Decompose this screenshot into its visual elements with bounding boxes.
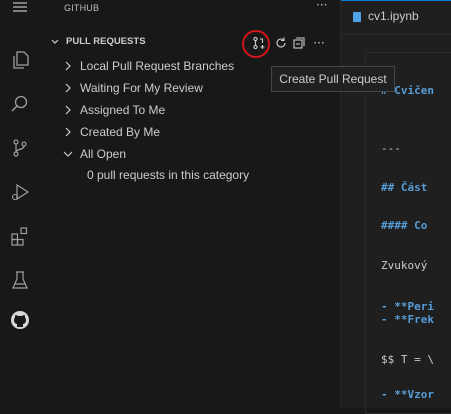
markdown-line: - **Peri [381, 300, 434, 313]
tab-label: cv1.ipynb [368, 9, 419, 23]
collapse-all-icon [293, 37, 305, 49]
activity-bar [0, 0, 41, 408]
tree-item-label: Created By Me [80, 125, 161, 139]
refresh-button[interactable] [272, 34, 290, 52]
markdown-line: --- [381, 142, 401, 155]
editor-tab[interactable]: cv1.ipynb [341, 0, 451, 35]
notebook-file-icon [353, 12, 361, 22]
chevron-right-icon [65, 83, 71, 93]
chevron-right-icon [65, 105, 71, 115]
sidebar-more-button[interactable]: ··· [316, 0, 327, 12]
empty-category-message: 0 pull requests in this category [87, 168, 250, 182]
tree-item-label: Waiting For My Review [80, 81, 203, 95]
chevron-right-icon [65, 61, 71, 71]
chevron-right-icon [65, 127, 71, 137]
explorer-icon[interactable] [0, 42, 40, 78]
refresh-icon [276, 37, 286, 48]
tree-item-label: Local Pull Request Branches [80, 59, 235, 73]
pull-requests-pane-header[interactable]: PULL REQUESTS ··· [40, 32, 340, 54]
menu-icon[interactable] [0, 0, 40, 22]
markdown-line: #### Co [381, 219, 428, 232]
markdown-line: - **Frek [381, 313, 434, 326]
chevron-down-icon [63, 151, 73, 157]
sidebar-title: GITHUB [64, 3, 100, 13]
markdown-line: $$ T = \ [381, 353, 434, 366]
tooltip: Create Pull Request [271, 66, 395, 92]
github-sidebar: GITHUB ··· PULL REQUESTS ··· Local Pull … [40, 0, 340, 408]
tree-item-label: Assigned To Me [80, 103, 166, 117]
tree-item-assigned[interactable]: Assigned To Me [40, 99, 340, 121]
collapse-all-button[interactable] [290, 34, 308, 52]
markdown-line: Zvukový [381, 259, 428, 272]
source-control-icon[interactable] [0, 130, 40, 166]
chevron-down-icon [51, 39, 59, 44]
run-debug-icon[interactable] [0, 174, 40, 210]
search-icon[interactable] [0, 86, 40, 122]
pane-title: PULL REQUESTS [66, 36, 146, 47]
tree-item-all-open[interactable]: All Open [40, 143, 340, 165]
editor-area: cv1.ipynb # Cvičen --- ## Část #### Co Zvuko… [340, 0, 451, 414]
tree-item-label: All Open [80, 147, 127, 161]
highlight-ring [242, 30, 270, 58]
extensions-icon[interactable] [0, 218, 40, 254]
markdown-line: - **Vzor [381, 388, 434, 401]
more-icon[interactable]: ··· [310, 34, 328, 52]
testing-icon[interactable] [0, 262, 40, 298]
tree-item-created[interactable]: Created By Me [40, 121, 340, 143]
github-icon[interactable] [0, 302, 40, 338]
markdown-line: ## Část [381, 181, 428, 194]
